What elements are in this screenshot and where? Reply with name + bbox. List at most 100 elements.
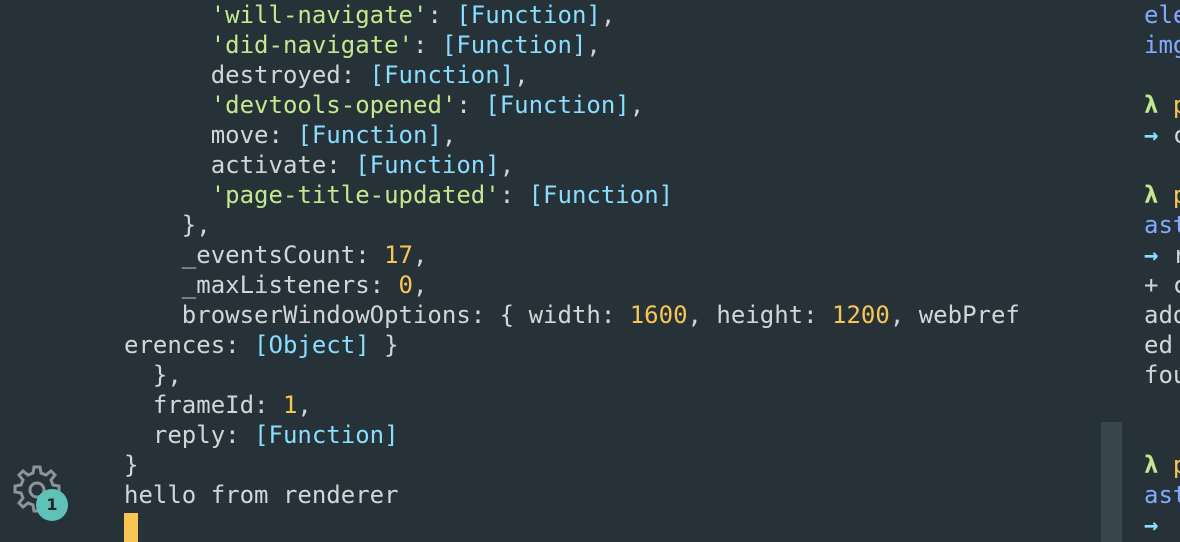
terminal-pane-left[interactable]: 'will-navigate': [Function], 'did-naviga… [0, 0, 1100, 542]
terminal-line: 'did-navigate': [Function], [124, 30, 601, 60]
terminal-line: _eventsCount: 17, [124, 240, 428, 270]
token-plain: add [1144, 301, 1180, 329]
token-plain: , [586, 31, 601, 59]
terminal-line: + c [1144, 270, 1180, 300]
terminal-line: frameId: 1, [124, 390, 312, 420]
token-plain: frameId: [152, 391, 283, 419]
token-plain: , [413, 241, 428, 269]
terminal-line: destroyed: [Function], [124, 60, 529, 90]
token-lambda: λ [1144, 451, 1173, 479]
token-yellow: p [1173, 181, 1180, 209]
token-fn: [Object] [254, 331, 370, 359]
token-plain: : [456, 91, 486, 119]
terminal-line: fou [1144, 360, 1180, 390]
terminal-pane-right[interactable]: eleimgλ p→ cλ past→ r+ caddedfouλ past→ [1130, 0, 1180, 542]
terminal-line: λ p [1144, 90, 1180, 120]
terminal-line: → c [1144, 120, 1180, 150]
terminal-line: move: [Function], [124, 120, 457, 150]
terminal-line: ast [1144, 480, 1180, 510]
token-plain: }, [152, 361, 182, 389]
token-yellow: p [1173, 451, 1180, 479]
terminal-line: }, [124, 360, 182, 390]
token-plain: } [369, 331, 399, 359]
token-str: 'did-navigate' [210, 31, 413, 59]
token-plain: }, [181, 211, 211, 239]
terminal-cursor [124, 513, 138, 542]
token-yellow: p [1173, 91, 1180, 119]
token-blue: ast [1144, 481, 1180, 509]
token-plain: : [499, 181, 529, 209]
token-plain: c [1173, 121, 1180, 149]
terminal-line: λ p [1144, 450, 1180, 480]
token-plain: , [413, 271, 428, 299]
terminal-line: reply: [Function] [124, 420, 399, 450]
terminal-line: 'devtools-opened': [Function], [124, 90, 645, 120]
token-plain: : [413, 31, 442, 59]
terminal-line: 'page-title-updated': [Function] [124, 180, 673, 210]
terminal-line: → [1144, 510, 1173, 540]
terminal-line: ed [1144, 330, 1173, 360]
token-plain: + c [1144, 271, 1180, 299]
token-plain: , [441, 121, 457, 149]
token-str: 'will-navigate' [210, 1, 428, 29]
scrollbar-thumb[interactable] [1101, 422, 1122, 542]
terminal-line: browserWindowOptions: { width: 1600, hei… [124, 300, 1020, 330]
token-plain: , [297, 391, 312, 419]
token-plain: , height: [687, 301, 833, 329]
terminal-line: λ p [1144, 180, 1180, 210]
token-fn: [Function] [528, 181, 674, 209]
token-plain: reply: [152, 421, 255, 449]
token-num: 0 [398, 271, 413, 299]
token-plain: hello from renderer [124, 481, 399, 509]
token-num: 1200 [832, 301, 890, 329]
token-plain: move: [210, 121, 298, 149]
token-plain: , [629, 91, 645, 119]
token-plain: , webPref [889, 301, 1020, 329]
token-fn: [Function] [441, 31, 587, 59]
token-blue: ele [1144, 1, 1180, 29]
token-plain: , [514, 61, 529, 89]
token-num: 1600 [629, 301, 688, 329]
notification-badge: 1 [36, 489, 68, 521]
token-plain: _maxListeners: [181, 271, 399, 299]
token-plain: erences: [124, 331, 255, 359]
terminal-line: img [1144, 30, 1180, 60]
token-lambda: λ [1144, 91, 1173, 119]
token-plain: browserWindowOptions: { width: [181, 301, 630, 329]
token-plain: } [124, 451, 139, 479]
terminal-line: activate: [Function], [124, 150, 514, 180]
terminal-line: ele [1144, 0, 1180, 30]
token-blue: ast [1144, 211, 1180, 239]
terminal-line: erences: [Object] } [124, 330, 399, 360]
terminal-line: → r [1144, 240, 1180, 270]
token-num: 17 [384, 241, 413, 269]
token-arrow: → [1144, 121, 1173, 149]
terminal-line: ast [1144, 210, 1180, 240]
token-plain: , [499, 151, 515, 179]
token-plain: _eventsCount: [181, 241, 385, 269]
terminal-line: } [124, 450, 138, 480]
token-fn: [Function] [254, 421, 399, 449]
token-fn: [Function] [297, 121, 442, 149]
token-lambda: λ [1144, 181, 1173, 209]
terminal-line: add [1144, 300, 1180, 330]
terminal-line: hello from renderer [124, 480, 399, 510]
token-plain: , [600, 1, 616, 29]
token-fn: [Function] [485, 91, 630, 119]
token-plain: fou [1144, 361, 1180, 389]
terminal-line: }, [124, 210, 211, 240]
token-arrow: → [1144, 511, 1173, 539]
token-plain: activate: [210, 151, 356, 179]
token-plain: : [427, 1, 457, 29]
token-fn: [Function] [456, 1, 601, 29]
token-blue: img [1144, 31, 1180, 59]
token-str: 'page-title-updated' [210, 181, 500, 209]
token-plain: r [1173, 241, 1180, 269]
token-plain: destroyed: [210, 61, 370, 89]
token-num: 1 [282, 391, 298, 419]
token-str: 'devtools-opened' [210, 91, 457, 119]
token-fn: [Function] [355, 151, 500, 179]
terminal-line: 'will-navigate': [Function], [124, 0, 616, 30]
terminal-line: _maxListeners: 0, [124, 270, 428, 300]
token-arrow: → [1144, 241, 1173, 269]
